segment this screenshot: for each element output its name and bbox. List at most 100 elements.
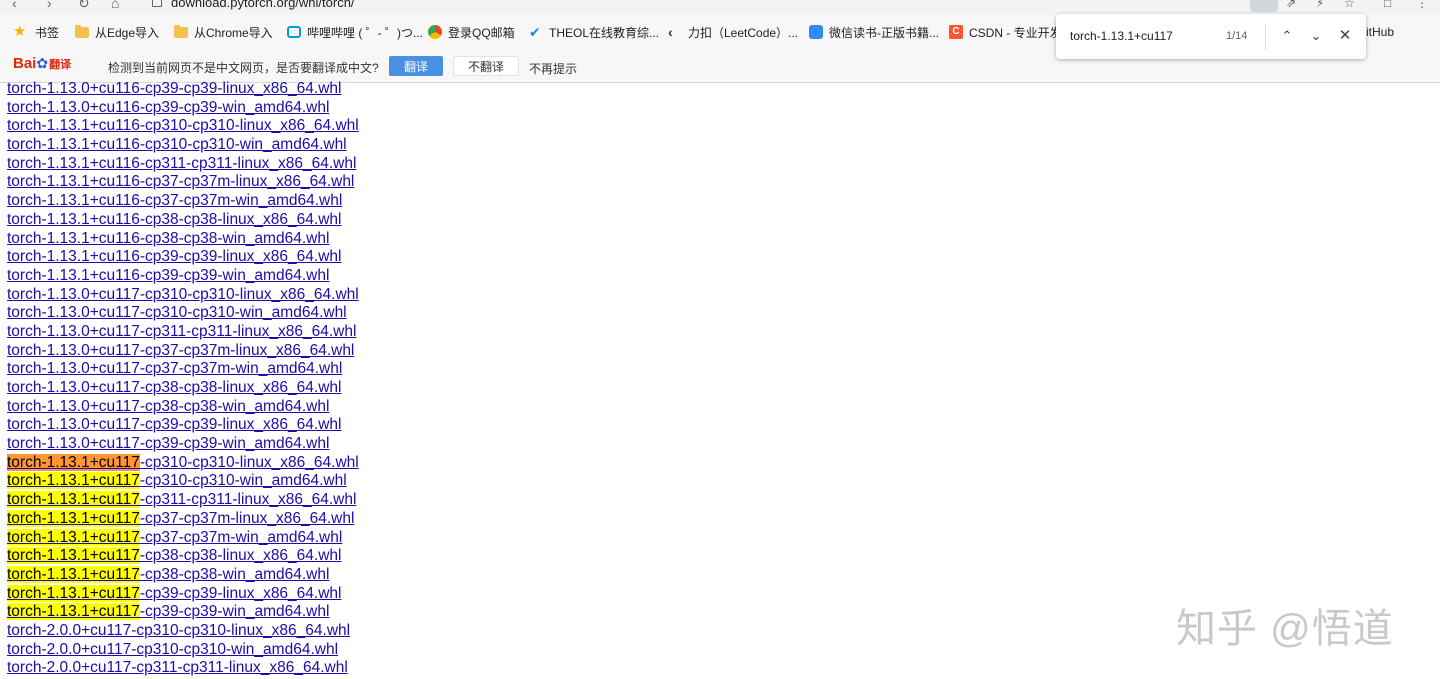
file-link-text: -cp38-cp38-linux_x86_64.whl (139, 547, 342, 565)
file-link[interactable]: torch-1.13.1+cu117-cp38-cp38-win_amd64.w… (7, 565, 359, 585)
chevron-up-icon[interactable]: ⌃ (1277, 26, 1297, 46)
file-link-text: torch-1.13.0+cu117-cp39-cp39-linux_x86_6… (7, 416, 342, 434)
file-link[interactable]: torch-1.13.1+cu116-cp310-cp310-linux_x86… (7, 117, 359, 136)
back-icon[interactable]: ‹ (12, 0, 17, 11)
file-link[interactable]: torch-2.0.0+cu117-cp310-cp310-win_amd64.… (7, 641, 359, 660)
file-link[interactable]: torch-1.13.1+cu116-cp37-cp37m-win_amd64.… (7, 192, 359, 211)
file-link-text: -cp311-cp311-linux_x86_64.whl (139, 491, 357, 509)
file-link-text: torch-1.13.0+cu117-cp37-cp37m-linux_x86_… (7, 341, 355, 359)
file-link[interactable]: torch-1.13.1+cu117-cp37-cp37m-linux_x86_… (7, 509, 359, 529)
file-link[interactable]: torch-1.13.1+cu117-cp310-cp310-win_amd64… (7, 472, 359, 491)
file-link[interactable]: torch-1.13.1+cu116-cp310-cp310-win_amd64… (7, 136, 359, 155)
bookmark-item[interactable]: 从Edge导入 (75, 14, 159, 50)
file-link[interactable]: torch-1.13.1+cu117-cp39-cp39-win_amd64.w… (7, 603, 359, 622)
logo-text: Bai (13, 55, 37, 72)
file-link-text: -cp37-cp37m-linux_x86_64.whl (139, 509, 355, 527)
file-link[interactable]: torch-1.13.0+cu116-cp39-cp39-win_amd64.w… (7, 99, 359, 118)
find-current-match: torch-1.13.1+cu117 (7, 453, 140, 471)
bookmark-label: 哔哩哔哩 ( ゜- ゜)つ... (307, 25, 423, 40)
bookmark-item[interactable]: ✔ THEOL在线教育综... (529, 14, 659, 50)
file-link[interactable]: torch-1.13.1+cu116-cp311-cp311-linux_x86… (7, 155, 359, 174)
file-link[interactable]: torch-1.13.1+cu116-cp39-cp39-linux_x86_6… (7, 248, 359, 267)
watermark: 知乎 @悟道 (1176, 607, 1394, 651)
bookmark-item[interactable]: ★ 书签 (13, 14, 59, 50)
file-link-text: torch-1.13.0+cu117-cp37-cp37m-win_amd64.… (7, 360, 343, 378)
file-link[interactable]: torch-1.13.1+cu116-cp38-cp38-linux_x86_6… (7, 211, 359, 230)
file-link-text: -cp39-cp39-linux_x86_64.whl (139, 584, 342, 602)
forward-icon[interactable]: › (47, 0, 52, 11)
menu-icon[interactable]: ⋮ (1416, 0, 1430, 10)
file-link[interactable]: torch-1.13.0+cu117-cp39-cp39-win_amd64.w… (7, 435, 359, 454)
reload-icon[interactable]: ↻ (78, 0, 90, 12)
bookmark-label: 微信读书-正版书籍... (829, 25, 939, 40)
file-link[interactable]: torch-2.0.0+cu117-cp310-cp310-linux_x86_… (7, 622, 359, 641)
find-match-count: 1/14 (1226, 30, 1248, 42)
bookmark-item[interactable]: 微信读书-正版书籍... (809, 14, 939, 50)
file-link-text: torch-1.13.1+cu116-cp39-cp39-win_amd64.w… (7, 266, 330, 284)
file-link[interactable]: torch-1.13.0+cu117-cp38-cp38-win_amd64.w… (7, 398, 359, 417)
file-link-text: torch-1.13.1+cu116-cp37-cp37m-win_amd64.… (7, 192, 343, 210)
file-link[interactable]: torch-1.13.0+cu117-cp37-cp37m-linux_x86_… (7, 342, 359, 361)
file-link[interactable]: torch-1.13.1+cu116-cp39-cp39-win_amd64.w… (7, 267, 359, 286)
bookmark-label: CSDN - 专业开发 (969, 25, 1062, 40)
file-link-text: torch-1.13.1+cu116-cp38-cp38-linux_x86_6… (7, 210, 342, 228)
file-listing: torch-1.13.0+cu116-cp39-cp39-linux_x86_6… (7, 80, 359, 678)
file-link[interactable]: torch-1.13.1+cu117-cp39-cp39-linux_x86_6… (7, 584, 359, 604)
chevron-down-icon[interactable]: ⌄ (1306, 26, 1326, 46)
file-link-text: torch-1.13.1+cu116-cp39-cp39-linux_x86_6… (7, 248, 342, 266)
window-icon[interactable]: □ (1384, 0, 1398, 10)
bilibili-icon (287, 26, 301, 38)
file-link[interactable]: torch-2.0.0+cu117-cp311-cp311-linux_x86_… (7, 659, 359, 678)
bookmark-label: 从Edge导入 (95, 25, 160, 40)
bookmark-github-fragment[interactable]: itHub (1366, 25, 1394, 39)
find-separator (1265, 24, 1266, 50)
address-url[interactable]: download.pytorch.org/whl/torch/ (171, 0, 355, 10)
translate-page-icon[interactable] (1250, 0, 1278, 12)
file-link-text: torch-1.13.0+cu117-cp39-cp39-win_amd64.w… (7, 435, 330, 453)
file-link[interactable]: torch-1.13.1+cu117-cp311-cp311-linux_x86… (7, 491, 359, 510)
file-link[interactable]: torch-1.13.1+cu117-cp38-cp38-linux_x86_6… (7, 547, 359, 566)
never-show-link[interactable]: 不再提示 (529, 60, 577, 77)
file-link-text: torch-1.13.1+cu116-cp38-cp38-win_amd64.w… (7, 229, 330, 247)
file-link[interactable]: torch-1.13.0+cu117-cp37-cp37m-win_amd64.… (7, 360, 359, 379)
bookmark-item[interactable]: C CSDN - 专业开发 (949, 14, 1062, 50)
file-link[interactable]: torch-1.13.1+cu116-cp38-cp38-win_amd64.w… (7, 230, 359, 249)
file-link[interactable]: torch-1.13.0+cu117-cp310-cp310-linux_x86… (7, 286, 359, 305)
share-icon[interactable]: ⇗ (1286, 0, 1300, 10)
file-link[interactable]: torch-1.13.1+cu117-cp37-cp37m-win_amd64.… (7, 528, 359, 548)
home-icon[interactable]: ⌂ (111, 0, 119, 11)
file-link[interactable]: torch-1.13.0+cu116-cp39-cp39-linux_x86_6… (7, 80, 359, 99)
weread-icon (809, 25, 823, 39)
bookmark-label: 登录QQ邮箱 (448, 25, 515, 40)
file-link[interactable]: torch-1.13.0+cu117-cp311-cp311-linux_x86… (7, 323, 359, 342)
lock-icon[interactable] (152, 0, 162, 7)
file-link[interactable]: torch-1.13.0+cu117-cp38-cp38-linux_x86_6… (7, 379, 359, 398)
file-link-text: torch-1.13.0+cu116-cp39-cp39-win_amd64.w… (7, 98, 330, 116)
bookmark-star-icon[interactable]: ☆ (1344, 0, 1358, 10)
file-link[interactable]: torch-1.13.1+cu116-cp37-cp37m-linux_x86_… (7, 173, 359, 192)
file-link[interactable]: torch-1.13.0+cu117-cp310-cp310-win_amd64… (7, 304, 359, 323)
find-match-highlight: torch-1.13.1+cu117 (7, 491, 140, 509)
logo-suffix: 翻译 (49, 59, 72, 71)
extension-icon[interactable]: ⚡ (1316, 0, 1330, 10)
find-match-highlight: torch-1.13.1+cu117 (7, 509, 140, 527)
file-link-text: torch-1.13.0+cu117-cp310-cp310-win_amd64… (7, 304, 347, 322)
close-icon[interactable]: ✕ (1335, 26, 1355, 46)
folder-icon (174, 24, 188, 38)
find-input[interactable]: torch-1.13.1+cu117 (1070, 29, 1173, 43)
bookmark-label: THEOL在线教育综... (549, 25, 660, 40)
translate-message: 检测到当前网页不是中文网页，是否要翻译成中文? (108, 61, 379, 75)
file-link-text: torch-2.0.0+cu117-cp310-cp310-win_amd64.… (7, 640, 339, 658)
file-link-text: -cp39-cp39-win_amd64.whl (139, 603, 330, 621)
no-translate-button[interactable]: 不翻译 (453, 56, 519, 76)
qqmail-icon (428, 25, 442, 39)
bookmark-item[interactable]: 登录QQ邮箱 (428, 14, 515, 50)
translate-button[interactable]: 翻译 (389, 56, 443, 76)
file-link[interactable]: torch-1.13.0+cu117-cp39-cp39-linux_x86_6… (7, 416, 359, 435)
bookmark-item[interactable]: 哔哩哔哩 ( ゜- ゜)つ... (287, 14, 423, 50)
paw-icon: ✿ (36, 55, 49, 71)
file-link-text: -cp310-cp310-win_amd64.whl (139, 472, 347, 490)
bookmark-item[interactable]: 从Chrome导入 (174, 14, 273, 50)
file-link[interactable]: torch-1.13.1+cu117-cp310-cp310-linux_x86… (7, 453, 359, 473)
bookmark-item[interactable]: ‹ 力扣（LeetCode）... (668, 14, 798, 50)
